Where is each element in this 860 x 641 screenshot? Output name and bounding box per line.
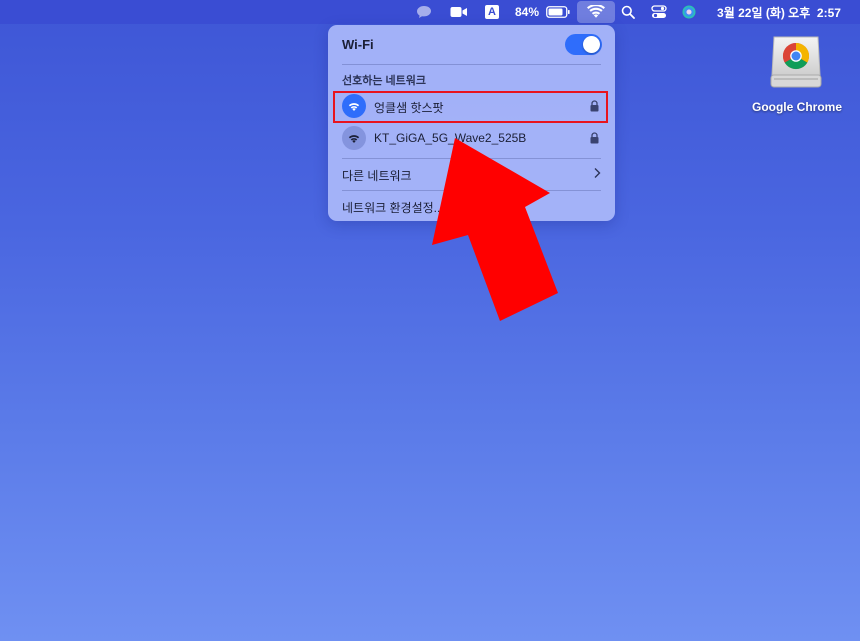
red-arrow-annotation bbox=[432, 138, 558, 321]
arrow-shape bbox=[432, 138, 558, 321]
